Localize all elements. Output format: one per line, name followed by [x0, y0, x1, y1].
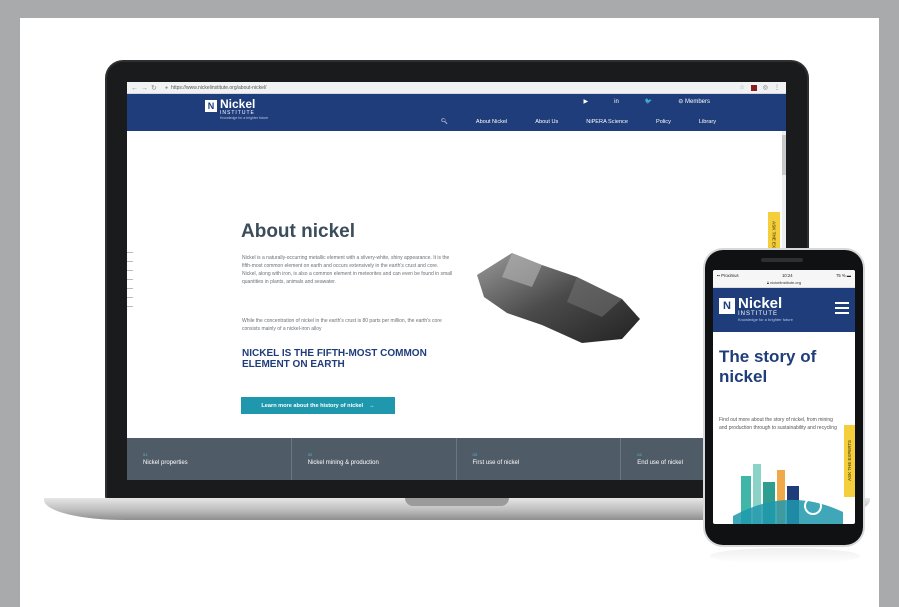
- cta-label: Learn more about the history of nickel: [261, 402, 364, 409]
- youtube-icon[interactable]: ▶: [584, 98, 589, 105]
- section-indicator[interactable]: [127, 252, 135, 315]
- social-links: ▶ in 🐦 ⊖ Members: [584, 98, 711, 106]
- address-bar[interactable]: ● https://www.nickelinstitute.org/about-n…: [165, 85, 739, 91]
- hamburger-menu-icon[interactable]: [835, 302, 849, 317]
- browser-nav-buttons[interactable]: ←→↻: [127, 84, 165, 92]
- logo-tagline: Knowledge for a brighter future: [220, 116, 269, 120]
- profile-icon[interactable]: ◎: [763, 84, 768, 91]
- phone-speaker: [761, 258, 803, 262]
- lock-icon: ●: [165, 84, 169, 91]
- menu-item-policy[interactable]: Policy: [656, 119, 671, 125]
- topic-number: 03: [472, 452, 477, 457]
- phone-page-title: The story of nickel: [719, 347, 817, 386]
- phone-intro-paragraph: Find out more about the story of nickel,…: [719, 417, 837, 431]
- search-icon[interactable]: 🔍︎: [441, 119, 448, 125]
- menu-item-library[interactable]: Library: [699, 119, 716, 125]
- history-cta-button[interactable]: Learn more about the history of nickel →: [241, 397, 395, 414]
- phone-address-bar[interactable]: 🔒︎ nickelinstitute.org: [713, 280, 855, 288]
- members-label: Members: [684, 99, 710, 105]
- phone-site-header: N Nickel INSTITUTE Knowledge for a brigh…: [713, 288, 855, 332]
- extension-icon[interactable]: [750, 84, 757, 91]
- battery-icon: ▬: [845, 272, 851, 278]
- topic-card[interactable]: 03 First use of nickel: [457, 438, 622, 480]
- phone-status-bar: ▪▪ Proximus 10:24 75 % ▬: [713, 270, 855, 280]
- topic-strip: 01 Nickel properties 02 Nickel mining & …: [127, 438, 786, 480]
- menu-item-about-us[interactable]: About Us: [535, 119, 558, 125]
- topic-card[interactable]: 02 Nickel mining & production: [292, 438, 457, 480]
- highlight-heading: NICKEL IS THE FIFTH-MOST COMMON ELEMENT …: [242, 348, 427, 370]
- logo-name: Nickel: [738, 295, 783, 312]
- topic-number: 01: [143, 452, 148, 457]
- phone-screen: ▪▪ Proximus 10:24 75 % ▬ 🔒︎ nickelinstit…: [713, 270, 855, 524]
- phone-site-logo[interactable]: N Nickel INSTITUTE Knowledge for a brigh…: [719, 296, 793, 322]
- arrow-right-icon: →: [369, 402, 375, 409]
- carrier-label: ▪▪ Proximus: [717, 272, 739, 278]
- twitter-icon[interactable]: 🐦: [645, 98, 652, 105]
- menu-item-nipera-science[interactable]: NiPERA Science: [586, 119, 628, 125]
- site-header: N Nickel INSTITUTE Knowledge for a brigh…: [127, 94, 786, 131]
- laptop-screen: ←→↻ ● https://www.nickelinstitute.org/abo…: [127, 82, 786, 480]
- lock-icon: ⊖: [678, 99, 685, 105]
- clock: 10:24: [782, 272, 793, 278]
- phone-ask-experts-tab[interactable]: ASK THE EXPERTS: [844, 425, 855, 497]
- phone-reflection: [710, 548, 860, 564]
- topic-label: Nickel properties: [143, 460, 188, 466]
- members-link[interactable]: ⊖ Members: [678, 98, 710, 105]
- star-icon[interactable]: ☆: [739, 84, 744, 91]
- address-url: https://www.nickelinstitute.org/about-ni…: [171, 84, 267, 91]
- topic-label: First use of nickel: [472, 460, 520, 466]
- laptop-notch: [405, 498, 509, 506]
- battery-label: 75 % ▬: [836, 272, 851, 278]
- main-menu: 🔍︎ About Nickel About Us NiPERA Science …: [441, 119, 716, 125]
- menu-item-about-nickel[interactable]: About Nickel: [476, 119, 507, 125]
- nickel-logo-icon: N: [719, 298, 735, 314]
- topic-card[interactable]: 01 Nickel properties: [127, 438, 292, 480]
- logo-tagline: Knowledge for a brighter future: [738, 317, 793, 322]
- site-logo[interactable]: N Nickel INSTITUTE Knowledge for a brigh…: [205, 98, 268, 121]
- nickel-ore-image: [477, 253, 640, 343]
- city-illustration: [733, 464, 843, 524]
- topic-label: Nickel mining & production: [307, 460, 379, 466]
- kebab-menu-icon[interactable]: ⋮: [774, 84, 780, 91]
- nickel-logo-icon: N: [205, 100, 217, 112]
- intro-paragraph-2: While the concentration of nickel in the…: [242, 318, 442, 332]
- phone-url: nickelinstitute.org: [770, 280, 802, 285]
- logo-name: Nickel: [220, 97, 256, 111]
- page-title: About nickel: [241, 221, 356, 242]
- intro-paragraph: Nickel is a naturally-occurring metallic…: [242, 255, 453, 285]
- browser-toolbar: ←→↻ ● https://www.nickelinstitute.org/abo…: [127, 82, 786, 94]
- topic-number: 02: [307, 452, 313, 457]
- browser-extensions: ☆ ◎ ⋮: [739, 84, 786, 91]
- linkedin-icon[interactable]: in: [614, 99, 619, 105]
